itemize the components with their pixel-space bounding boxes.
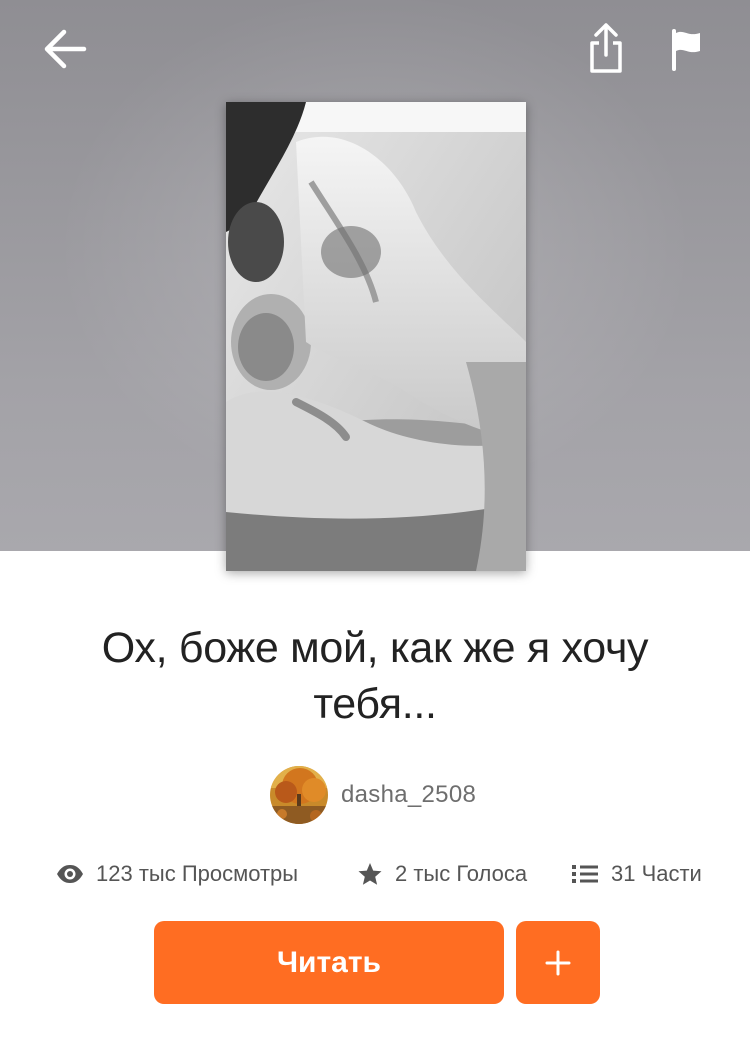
stat-votes: 2 тыс Голоса [357, 852, 527, 896]
flag-icon [672, 29, 700, 71]
story-stats: 123 тыс Просмотры 2 тыс Голоса 31 Части [0, 852, 750, 896]
stat-views: 123 тыс Просмотры [56, 852, 298, 896]
back-button[interactable] [36, 24, 92, 74]
votes-count: 2 тыс Голоса [395, 861, 528, 886]
story-cover[interactable] [226, 102, 526, 571]
list-icon [572, 865, 598, 883]
plus-icon [545, 950, 571, 975]
stat-parts: 31 Части [571, 852, 702, 896]
story-title: Ох, боже мой, как же я хочу тебя... [101, 624, 649, 728]
parts-count: 31 Части [611, 861, 702, 886]
read-button[interactable]: Читать [154, 921, 504, 1004]
add-to-library-button[interactable] [516, 921, 600, 1004]
arrow-left-icon [44, 29, 87, 69]
share-button[interactable] [584, 20, 628, 76]
top-bar [0, 0, 750, 100]
report-button[interactable] [664, 24, 708, 74]
views-count: 123 тыс Просмотры [96, 861, 299, 886]
autumn-tree-avatar [270, 766, 328, 824]
cover-image [226, 102, 526, 571]
avatar[interactable] [270, 766, 328, 824]
author-name[interactable]: dasha_2508 [341, 781, 476, 809]
star-icon [358, 863, 382, 885]
author-link[interactable]: dasha_2508 [270, 766, 476, 824]
share-icon [590, 23, 622, 73]
eye-icon [57, 865, 83, 883]
